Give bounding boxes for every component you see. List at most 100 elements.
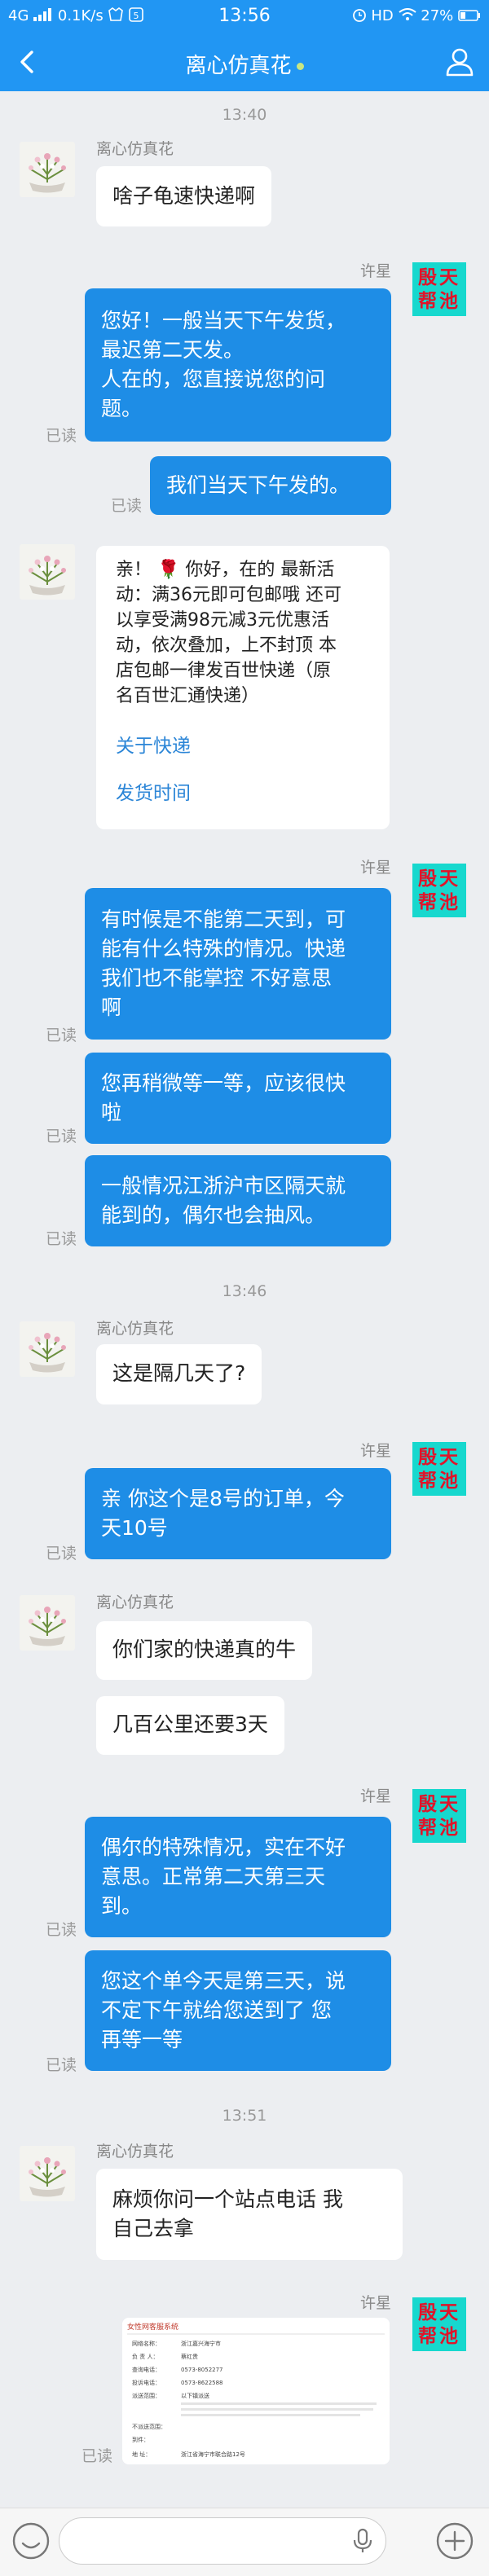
service-avatar[interactable]: 殷天 帮池 — [412, 1789, 466, 1843]
screenshot-image-message[interactable]: 女性网客服系统 网络名称： 浙江嘉兴海宁市 负 责 人： 蔡红贵 查询电话： 0… — [122, 2318, 390, 2464]
auto-reply-line: 以享受满98元减3元优惠活 — [116, 610, 329, 631]
message-text: 我们当天下午发的。 — [166, 473, 350, 497]
emoji-icon[interactable] — [10, 2520, 52, 2562]
message-line: 自己去拿 — [112, 2217, 195, 2240]
message-line: 啊 — [101, 996, 122, 1019]
sender-name: 离心仿真花 — [96, 1594, 174, 1611]
sender-name: 离心仿真花 — [96, 2143, 174, 2161]
screenshot-row-label: 网络名称： — [132, 2340, 161, 2347]
message-bubble[interactable]: 您好！一般当天下午发货， 最迟第二天发。 人在的，您直接说您的问 题。 — [85, 288, 391, 442]
message-line: 一般情况江浙沪市区隔天就 — [101, 1174, 346, 1198]
read-receipt: 已读 — [46, 1921, 77, 1939]
message-text: 几百公里还要3天 — [112, 1712, 268, 1736]
message-line: 啦 — [101, 1101, 122, 1124]
service-avatar-line2: 帮池 — [418, 2325, 460, 2347]
alarm-icon — [352, 9, 366, 22]
receiver-name: 许星 — [359, 859, 391, 877]
message-bubble[interactable]: 偶尔的特殊情况，实在不好 意思。正常第二天第三天 到。 — [85, 1817, 391, 1937]
service-avatar[interactable]: 殷天 帮池 — [412, 262, 466, 316]
service-avatar[interactable]: 殷天 帮池 — [412, 2297, 466, 2351]
message-bubble[interactable]: 您再稍微等一等，应该很快 啦 — [85, 1053, 391, 1144]
message-text: 你们家的快递真的牛 — [112, 1637, 297, 1661]
receiver-name: 许星 — [359, 1787, 391, 1805]
battery-percent: 27% — [421, 7, 454, 24]
screenshot-row-value: 浙江省海宁市联合路12号 — [181, 2451, 245, 2458]
message-bubble[interactable]: 您这个单今天是第三天，说 不定下午就给您送到了 您 再等一等 — [85, 1950, 391, 2071]
screenshot-row-label: 不派送范围： — [132, 2423, 166, 2430]
service-avatar-line1: 殷天 — [418, 2301, 460, 2323]
customer-avatar[interactable] — [20, 1595, 75, 1651]
screenshot-row-value: 以下镇派送 — [181, 2392, 209, 2399]
message-bubble[interactable]: 麻烦你问一个站点电话 我 自己去拿 — [96, 2169, 403, 2260]
message-text: 啥子龟速快递啊 — [112, 184, 256, 208]
service-avatar-line2: 帮池 — [418, 891, 460, 913]
sender-name: 离心仿真花 — [96, 140, 174, 158]
read-receipt: 已读 — [46, 1545, 77, 1563]
service-avatar-line2: 帮池 — [418, 1817, 460, 1839]
receiver-name: 许星 — [359, 262, 391, 280]
screenshot-row-value: 0573-8052277 — [181, 2367, 223, 2373]
message-line: 再等一等 — [101, 2028, 183, 2051]
message-line: 能有什么特殊的情况。快递 — [101, 937, 346, 961]
timestamp: 13:51 — [222, 2107, 267, 2125]
message-line: 到。 — [101, 1894, 143, 1918]
screenshot-row-label: 查询电话： — [132, 2366, 161, 2373]
plus-icon[interactable] — [434, 2520, 476, 2562]
message-bubble[interactable]: 几百公里还要3天 — [96, 1696, 284, 1755]
message-line: 有时候是不能第二天到，可 — [101, 908, 346, 931]
microphone-icon[interactable] — [350, 2528, 375, 2554]
message-line: 题。 — [101, 397, 143, 420]
service-avatar-line1: 殷天 — [418, 1446, 460, 1468]
message-bubble[interactable]: 亲 你这个是8号的订单，今 天10号 — [85, 1468, 391, 1559]
flower-icon — [29, 2157, 66, 2197]
auto-reply-line: 动：满36元即可包邮哦 还可 — [116, 585, 341, 605]
auto-reply-card: 亲！ 🌹 你好，在的 最新活 动：满36元即可包邮哦 还可 以享受满98元减3元… — [96, 546, 390, 829]
message-input[interactable] — [59, 2517, 386, 2565]
message-bubble[interactable]: 有时候是不能第二天到，可 能有什么特殊的情况。快递 我们也不能掌控 不好意思 啊 — [85, 888, 391, 1040]
service-avatar-line1: 殷天 — [418, 266, 460, 288]
message-bubble[interactable]: 这是隔几天了? — [96, 1344, 262, 1404]
auto-reply-line: 动，依次叠加，上不封顶 本 — [116, 635, 337, 656]
message-bubble[interactable]: 你们家的快递真的牛 — [96, 1621, 313, 1680]
person-icon[interactable] — [442, 44, 478, 80]
read-receipt: 已读 — [46, 2056, 77, 2074]
customer-avatar[interactable] — [20, 544, 75, 600]
auto-reply-text: 亲！ 🌹 你好，在的 最新活 动：满36元即可包邮哦 还可 以享受满98元减3元… — [116, 557, 377, 709]
service-avatar[interactable]: 殷天 帮池 — [412, 864, 466, 917]
receiver-name: 许星 — [359, 1442, 391, 1460]
message-line: 人在的，您直接说您的问 — [101, 367, 326, 391]
hd-label: HD — [371, 7, 394, 24]
status-bar: 4G 0.1K/s 5 13:56 HD 27% — [0, 0, 489, 33]
message-bubble[interactable]: 我们当天下午发的。 — [150, 456, 391, 515]
screenshot-row-label: 负 责 人： — [132, 2353, 158, 2360]
timestamp: 13:46 — [222, 1282, 267, 1300]
flower-icon — [29, 1607, 66, 1646]
message-line: 亲 你这个是8号的订单，今 — [101, 1487, 345, 1510]
screenshot-row-value: 0573-8622588 — [181, 2380, 223, 2386]
customer-avatar[interactable] — [20, 1321, 75, 1377]
timestamp: 13:40 — [222, 106, 267, 124]
input-bar — [0, 2508, 489, 2576]
message-line: 我们也不能掌控 不好意思 — [101, 966, 332, 990]
title-bar: 离心仿真花 — [0, 33, 489, 91]
auto-reply-line: 店包邮一律发百世快递（原 — [116, 661, 332, 681]
chat-title-text: 离心仿真花 — [185, 54, 292, 78]
service-avatar[interactable]: 殷天 帮池 — [412, 1442, 466, 1496]
receiver-name: 许星 — [359, 2294, 391, 2312]
message-bubble[interactable]: 一般情况江浙沪市区隔天就 能到的，偶尔也会抽风。 — [85, 1155, 391, 1246]
message-line: 天10号 — [101, 1516, 168, 1540]
read-receipt: 已读 — [46, 427, 77, 445]
read-receipt: 已读 — [46, 1026, 77, 1044]
link-shipping-time[interactable]: 发货时间 — [116, 777, 191, 805]
battery-icon — [458, 10, 480, 21]
flower-icon — [29, 556, 66, 596]
message-bubble[interactable]: 啥子龟速快递啊 — [96, 166, 272, 226]
customer-avatar[interactable] — [20, 142, 75, 197]
link-about-express[interactable]: 关于快递 — [116, 730, 191, 758]
auto-reply-line: 名百世汇通快递） — [116, 686, 260, 706]
message-line: 最迟第二天发。 — [101, 338, 244, 362]
message-text: 这是隔几天了? — [112, 1361, 246, 1385]
read-receipt: 已读 — [82, 2447, 113, 2465]
online-status-icon — [296, 63, 304, 70]
customer-avatar[interactable] — [20, 2146, 75, 2201]
